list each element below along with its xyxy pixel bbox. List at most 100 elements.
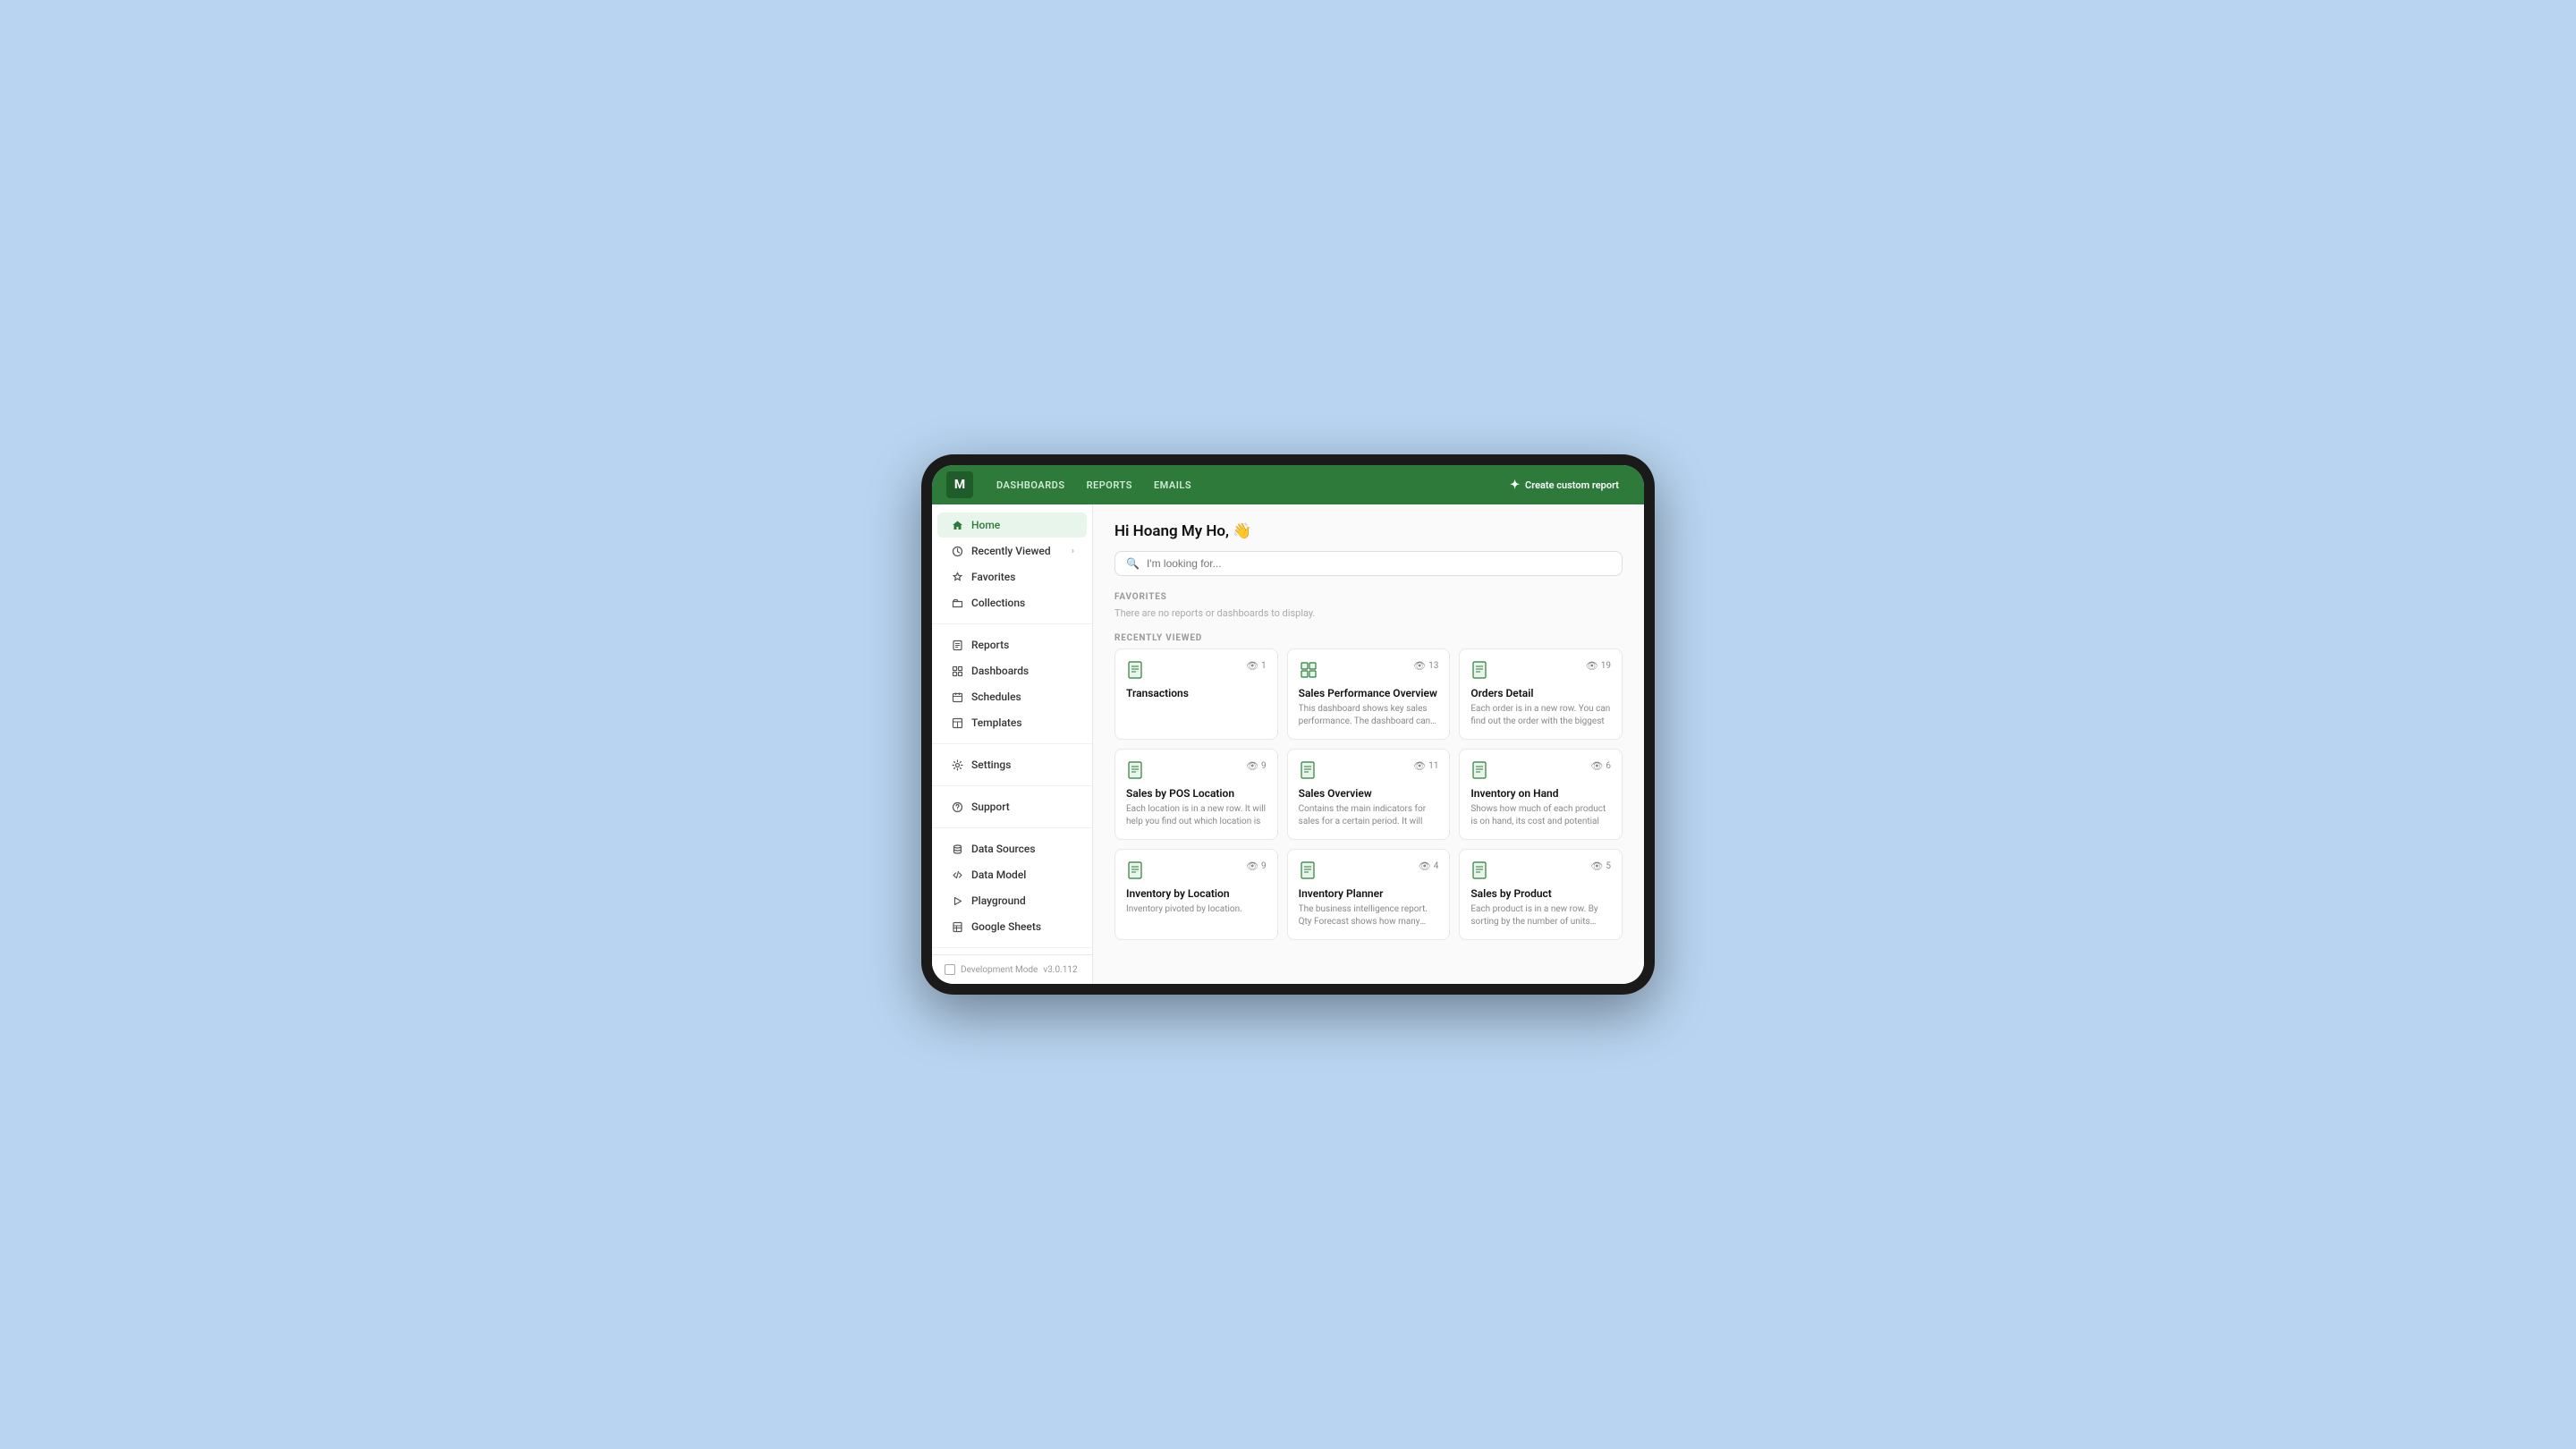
card-views: 👁 6 bbox=[1590, 760, 1611, 772]
search-bar[interactable]: 🔍 bbox=[1114, 551, 1623, 576]
sidebar-item-home[interactable]: Home bbox=[937, 513, 1087, 538]
sheets-icon bbox=[950, 919, 964, 934]
card-views: 👁 4 bbox=[1419, 860, 1439, 872]
card-title: Inventory by Location bbox=[1126, 887, 1267, 900]
card-desc: Shows how much of each product is on han… bbox=[1470, 803, 1611, 828]
card-header: 👁 5 bbox=[1470, 860, 1611, 880]
search-icon: 🔍 bbox=[1126, 557, 1140, 570]
play-icon bbox=[950, 894, 964, 908]
card-title: Sales Overview bbox=[1299, 787, 1439, 800]
sidebar-section-main: Home Recently Viewed › bbox=[932, 504, 1092, 624]
card-header: 👁 9 bbox=[1126, 860, 1267, 880]
top-nav-links: DASHBOARDS REPORTS EMAILS bbox=[987, 476, 1499, 495]
sidebar-item-recently-viewed[interactable]: Recently Viewed › bbox=[937, 538, 1087, 564]
sidebar-section-analytics: Reports Dashboards bbox=[932, 624, 1092, 744]
card-title: Inventory on Hand bbox=[1470, 787, 1611, 800]
clock-icon bbox=[950, 544, 964, 558]
card-views: 👁 5 bbox=[1590, 860, 1611, 872]
sidebar-playground-label: Playground bbox=[971, 894, 1026, 907]
card-title: Sales by POS Location bbox=[1126, 787, 1267, 800]
favorites-section-label: FAVORITES bbox=[1114, 592, 1623, 602]
create-custom-report-button[interactable]: ✦ Create custom report bbox=[1499, 474, 1630, 496]
sidebar-item-settings[interactable]: Settings bbox=[937, 752, 1087, 777]
top-nav: M DASHBOARDS REPORTS EMAILS ✦ Create cus… bbox=[932, 465, 1644, 504]
card-sales-by-product[interactable]: 👁 5 Sales by Product Each product is in … bbox=[1459, 849, 1623, 940]
sidebar-data-sources-label: Data Sources bbox=[971, 843, 1036, 855]
sidebar-settings-label: Settings bbox=[971, 758, 1011, 771]
card-inventory-by-location[interactable]: 👁 9 Inventory by Location Inventory pivo… bbox=[1114, 849, 1278, 940]
dashboard-icon bbox=[950, 664, 964, 678]
sidebar-item-reports[interactable]: Reports bbox=[937, 632, 1087, 657]
sidebar-google-sheets-label: Google Sheets bbox=[971, 920, 1041, 933]
support-icon bbox=[950, 800, 964, 814]
card-views: 👁 19 bbox=[1586, 660, 1611, 672]
card-orders-detail[interactable]: 👁 19 Orders Detail Each order is in a ne… bbox=[1459, 648, 1623, 740]
card-views: 👁 9 bbox=[1246, 760, 1267, 772]
card-desc: Each location is in a new row. It will h… bbox=[1126, 803, 1267, 828]
view-count: 1 bbox=[1261, 661, 1267, 671]
view-count: 6 bbox=[1606, 761, 1611, 771]
sidebar-item-collections[interactable]: Collections bbox=[937, 590, 1087, 615]
sidebar-reports-label: Reports bbox=[971, 639, 1009, 651]
card-sales-performance-overview[interactable]: 👁 13 Sales Performance Overview This das… bbox=[1287, 648, 1451, 740]
home-icon bbox=[950, 518, 964, 532]
eye-icon: 👁 bbox=[1246, 860, 1258, 872]
report-card-icon bbox=[1470, 660, 1490, 680]
nav-dashboards[interactable]: DASHBOARDS bbox=[987, 476, 1074, 495]
content-area: Hi Hoang My Ho, 👋 🔍 FAVORITES There are … bbox=[1093, 504, 1644, 984]
sidebar-home-label: Home bbox=[971, 519, 1000, 531]
sidebar-item-dashboards[interactable]: Dashboards bbox=[937, 658, 1087, 683]
eye-icon: 👁 bbox=[1246, 660, 1258, 672]
card-title: Orders Detail bbox=[1470, 687, 1611, 699]
card-sales-overview[interactable]: 👁 11 Sales Overview Contains the main in… bbox=[1287, 749, 1451, 840]
card-desc: Inventory pivoted by location. bbox=[1126, 903, 1267, 916]
card-inventory-planner[interactable]: 👁 4 Inventory Planner The business intel… bbox=[1287, 849, 1451, 940]
card-title: Inventory Planner bbox=[1299, 887, 1439, 900]
nav-emails[interactable]: EMAILS bbox=[1145, 476, 1200, 495]
dev-mode-checkbox[interactable] bbox=[945, 964, 955, 975]
eye-icon: 👁 bbox=[1590, 860, 1603, 872]
sidebar-section-support: Support bbox=[932, 786, 1092, 828]
eye-icon: 👁 bbox=[1586, 660, 1598, 672]
card-desc: The business intelligence report. Qty Fo… bbox=[1299, 903, 1439, 928]
cards-grid: 👁 1 Transactions bbox=[1114, 648, 1623, 940]
sidebar-item-data-model[interactable]: Data Model bbox=[937, 862, 1087, 887]
sidebar-section-settings: Settings bbox=[932, 744, 1092, 786]
create-custom-report-label: Create custom report bbox=[1525, 479, 1619, 491]
nav-reports[interactable]: REPORTS bbox=[1078, 476, 1141, 495]
dashboard-card-icon bbox=[1299, 660, 1318, 680]
sidebar-item-templates[interactable]: Templates bbox=[937, 710, 1087, 735]
report-card-icon bbox=[1126, 660, 1146, 680]
card-transactions[interactable]: 👁 1 Transactions bbox=[1114, 648, 1278, 740]
sidebar-item-favorites[interactable]: Favorites bbox=[937, 564, 1087, 589]
device-frame: M DASHBOARDS REPORTS EMAILS ✦ Create cus… bbox=[921, 454, 1655, 995]
star-icon bbox=[950, 570, 964, 584]
report-card-icon bbox=[1126, 760, 1146, 780]
card-desc: Each product is in a new row. By sorting… bbox=[1470, 903, 1611, 928]
sidebar-item-playground[interactable]: Playground bbox=[937, 888, 1087, 913]
card-inventory-on-hand[interactable]: 👁 6 Inventory on Hand Shows how much of … bbox=[1459, 749, 1623, 840]
sidebar-item-support[interactable]: Support bbox=[937, 794, 1087, 819]
card-sales-by-pos[interactable]: 👁 9 Sales by POS Location Each location … bbox=[1114, 749, 1278, 840]
chevron-right-icon: › bbox=[1072, 547, 1074, 556]
report-icon bbox=[950, 638, 964, 652]
card-desc: This dashboard shows key sales performan… bbox=[1299, 703, 1439, 728]
sidebar-item-google-sheets[interactable]: Google Sheets bbox=[937, 914, 1087, 939]
sidebar-item-data-sources[interactable]: Data Sources bbox=[937, 836, 1087, 861]
card-header: 👁 4 bbox=[1299, 860, 1439, 880]
eye-icon: 👁 bbox=[1419, 860, 1431, 872]
report-card-icon bbox=[1299, 760, 1318, 780]
card-header: 👁 1 bbox=[1126, 660, 1267, 680]
sidebar-section-data: Data Sources Data Model bbox=[932, 828, 1092, 948]
search-input[interactable] bbox=[1147, 557, 1611, 570]
sidebar: Home Recently Viewed › bbox=[932, 504, 1093, 984]
view-count: 5 bbox=[1606, 861, 1611, 871]
report-card-icon bbox=[1470, 760, 1490, 780]
card-header: 👁 11 bbox=[1299, 760, 1439, 780]
report-card-icon bbox=[1470, 860, 1490, 880]
sidebar-collections-label: Collections bbox=[971, 597, 1025, 609]
card-views: 👁 9 bbox=[1246, 860, 1267, 872]
card-title: Transactions bbox=[1126, 687, 1267, 699]
sidebar-item-schedules[interactable]: Schedules bbox=[937, 684, 1087, 709]
sidebar-dashboards-label: Dashboards bbox=[971, 665, 1029, 677]
